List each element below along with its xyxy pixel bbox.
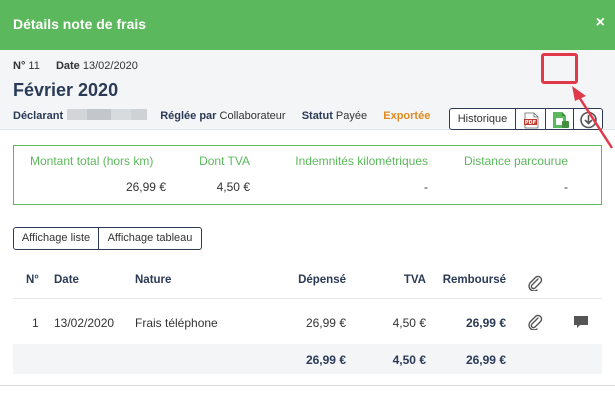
attachment-header-icon — [528, 275, 543, 291]
row-vat: 4,50 € — [392, 316, 426, 330]
export-pdf-button[interactable]: PDF — [516, 108, 546, 130]
report-number: 11 — [28, 60, 40, 72]
modal-title: Détails note de frais — [13, 16, 147, 32]
list-view-button[interactable]: Affichage liste — [13, 227, 99, 250]
col-header-nature: Nature — [135, 274, 172, 286]
summary-distance: Distance parcourue - — [428, 146, 568, 204]
report-meta: N° 11 Date 13/02/2020 — [13, 60, 138, 72]
vat-label: Dont TVA — [199, 154, 250, 168]
status-label: Statut — [301, 110, 333, 122]
distance-label: Distance parcourue — [463, 154, 568, 168]
date-label: Date — [55, 60, 80, 72]
excel-export-icon — [553, 112, 569, 128]
distance-value: - — [564, 180, 568, 194]
bottom-divider — [0, 385, 615, 386]
row-reimbursed: 26,99 € — [465, 316, 506, 330]
status-value: Payée — [335, 110, 368, 122]
number-label: N° — [13, 60, 26, 72]
total-reimbursed: 26,99 € — [465, 353, 506, 367]
col-header-reimbursed: Remboursé — [442, 274, 506, 286]
attachment-icon[interactable] — [527, 314, 543, 330]
row-date: 13/02/2020 — [54, 316, 115, 330]
total-label: Montant total (hors km) — [30, 154, 154, 168]
col-header-date: Date — [54, 274, 79, 286]
report-details: Déclarant Réglée par Collaborateur Statu… — [13, 109, 430, 122]
table-view-button[interactable]: Affichage tableau — [99, 227, 202, 250]
mileage-label: Indemnités kilométriques — [295, 154, 428, 168]
row-spent: 26,99 € — [305, 316, 346, 330]
comment-icon[interactable] — [572, 314, 590, 330]
summary-total: Montant total (hors km) 26,99 € — [14, 146, 182, 204]
download-button[interactable] — [574, 108, 603, 130]
svg-text:PDF: PDF — [525, 120, 536, 126]
expense-report-info: N° 11 Date 13/02/2020 Février 2020 Décla… — [0, 50, 615, 130]
summary-panel: Montant total (hors km) 26,99 € Dont TVA… — [13, 145, 602, 205]
summary-vat: Dont TVA 4,50 € — [182, 146, 250, 204]
settled-by-label: Réglée par — [160, 110, 217, 122]
header-separator — [13, 298, 602, 299]
report-date: 13/02/2020 — [82, 60, 138, 72]
summary-mileage: Indemnités kilométriques - — [250, 146, 428, 204]
report-month: Février 2020 — [13, 80, 119, 100]
settled-by-value: Collaborateur — [219, 110, 286, 122]
export-excel-button[interactable] — [546, 108, 574, 130]
pdf-file-icon: PDF — [524, 112, 539, 129]
total-vat: 4,50 € — [392, 353, 426, 367]
modal-header: Détails note de frais × — [0, 0, 615, 50]
exported-badge: Exportée — [383, 110, 431, 122]
declarant-name-redacted — [67, 109, 148, 120]
row-number: 1 — [32, 316, 39, 330]
col-header-vat: TVA — [403, 274, 426, 286]
col-header-number: N° — [26, 274, 39, 286]
col-header-spent: Dépensé — [298, 274, 346, 286]
download-icon — [580, 111, 597, 129]
vat-value: 4,50 € — [216, 180, 250, 194]
row-nature: Frais téléphone — [135, 316, 218, 330]
total-value: 26,99 € — [125, 180, 166, 194]
history-button[interactable]: Historique — [449, 108, 516, 130]
declarant-label: Déclarant — [13, 110, 64, 122]
close-button[interactable]: × — [596, 14, 605, 32]
total-spent: 26,99 € — [305, 353, 346, 367]
